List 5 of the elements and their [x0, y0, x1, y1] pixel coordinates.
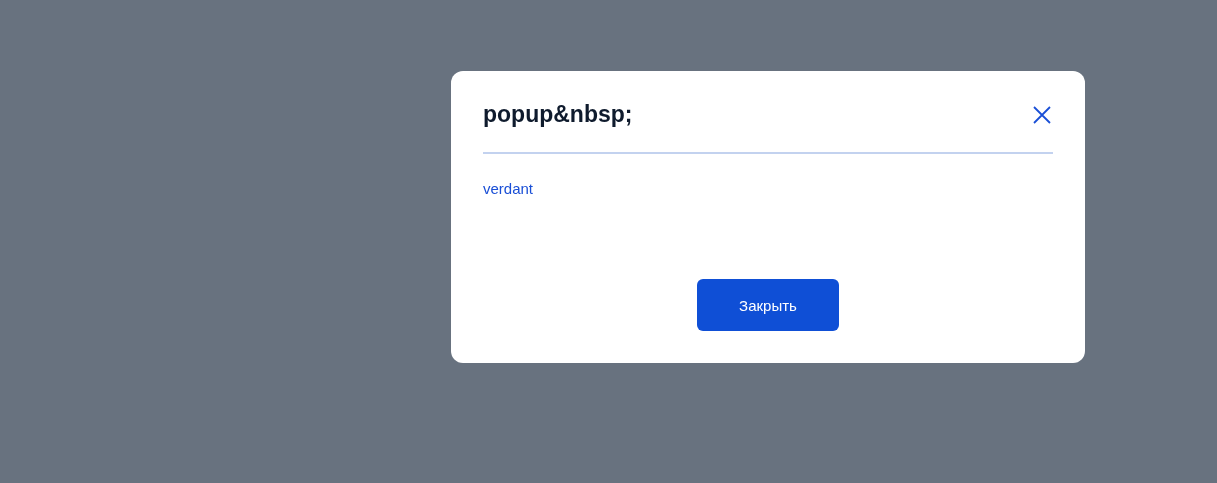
close-button[interactable] [1031, 103, 1053, 126]
close-dialog-button[interactable]: Закрыть [697, 279, 839, 331]
content-link[interactable]: verdant [483, 180, 534, 197]
close-icon [1031, 103, 1053, 126]
dialog-title: popup&nbsp; [483, 101, 633, 128]
